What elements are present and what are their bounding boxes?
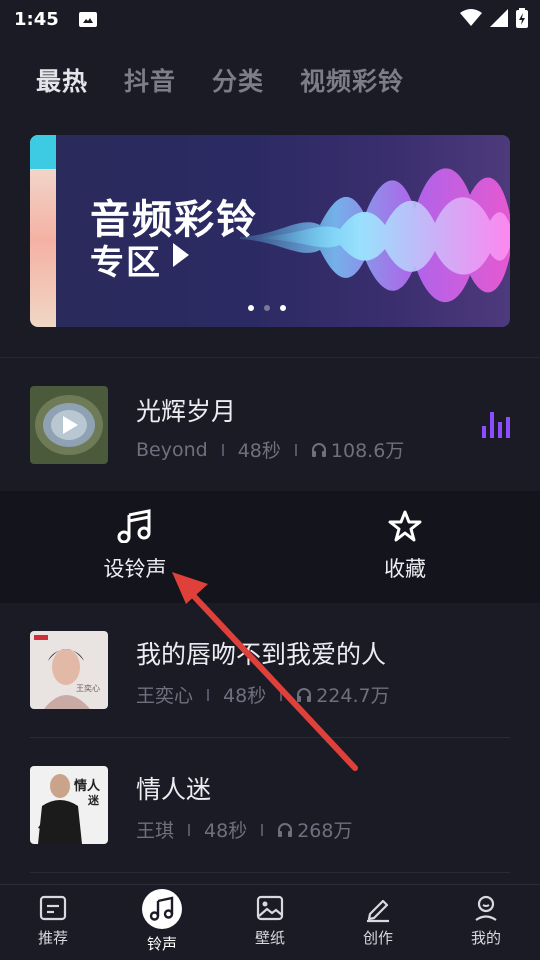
song-action-panel: 设铃声 收藏 [0, 491, 540, 603]
now-playing-equalizer-icon [482, 412, 510, 438]
set-ringtone-button[interactable]: 设铃声 [75, 509, 195, 583]
music-note-icon [149, 896, 174, 921]
previous-banner-edge [30, 135, 56, 327]
favorite-label: 收藏 [384, 557, 426, 581]
play-count: 108.6万 [311, 436, 404, 463]
play-count-value: 224.7万 [316, 685, 390, 707]
status-time: 1:45 [14, 8, 59, 30]
album-cover [30, 386, 108, 464]
play-count-value: 268万 [297, 820, 353, 842]
tab-video-ringtone[interactable]: 视频彩铃 [300, 62, 404, 98]
banner-pagination [248, 305, 286, 311]
meta-separator [221, 443, 224, 456]
nav-create[interactable]: 创作 [338, 893, 418, 948]
tab-hottest[interactable]: 最热 [36, 62, 88, 98]
meta-separator [280, 688, 283, 701]
headphones-icon [297, 687, 312, 702]
pagination-dot [248, 305, 254, 311]
play-triangle-icon [173, 243, 189, 267]
nav-recommend-label: 推荐 [37, 929, 68, 947]
nav-ringtones-label: 铃声 [146, 935, 177, 953]
song-duration: 48秒 [237, 440, 281, 462]
svg-text:迷: 迷 [87, 793, 100, 807]
nav-profile[interactable]: 我的 [446, 893, 526, 948]
meta-separator [261, 823, 264, 836]
wallpaper-icon [256, 895, 284, 921]
nav-profile-label: 我的 [470, 929, 501, 947]
pagination-dot [264, 305, 270, 311]
meta-separator [294, 443, 297, 456]
sound-wave-graphic [240, 168, 510, 303]
song-item[interactable]: 情人 迷 情人迷 王琪 48秒 268万 [0, 750, 540, 870]
favorite-button[interactable]: 收藏 [345, 509, 465, 583]
song-artist: 王奕心 [136, 685, 194, 707]
status-icons [460, 8, 528, 28]
nav-recommend[interactable]: 推荐 [13, 893, 93, 948]
song-meta: 王奕心 48秒 224.7万 [136, 681, 390, 708]
song-title: 光辉岁月 [136, 397, 237, 426]
set-ringtone-label: 设铃声 [103, 557, 167, 581]
play-count: 224.7万 [296, 681, 390, 708]
pagination-dot [280, 305, 286, 311]
song-artist: 王琪 [136, 820, 175, 842]
headphones-icon [278, 822, 293, 837]
song-title: 我的唇吻不到我爱的人 [136, 640, 387, 669]
play-count: 268万 [277, 816, 352, 843]
album-cover: 情人 迷 [30, 766, 108, 844]
star-icon [388, 510, 422, 542]
pencil-icon [367, 899, 389, 923]
song-item[interactable]: 王奕心 我的唇吻不到我爱的人 王奕心 48秒 224.7万 [0, 615, 540, 735]
category-tabs: 最热 抖音 分类 视频彩铃 [36, 62, 404, 98]
headphones-icon [311, 442, 326, 457]
signal-icon [490, 9, 508, 27]
song-title: 情人迷 [136, 775, 212, 804]
play-count-value: 108.6万 [330, 440, 405, 462]
song-meta: 王琪 48秒 268万 [136, 816, 352, 843]
nav-wallpaper-label: 壁纸 [254, 929, 285, 947]
wifi-icon [460, 9, 482, 26]
song-artist: Beyond [136, 438, 208, 461]
status-bar: 1:45 [0, 0, 540, 38]
bottom-navigation: 推荐 铃声 壁纸 创作 我的 [0, 884, 540, 960]
nav-ringtones[interactable]: 铃声 [122, 889, 202, 954]
promo-banner[interactable]: 音频彩铃 专区 [30, 135, 510, 327]
section-divider [0, 357, 540, 358]
nav-wallpaper[interactable]: 壁纸 [230, 893, 310, 948]
row-divider [30, 737, 510, 738]
song-duration: 48秒 [223, 685, 267, 707]
banner-subtitle: 专区 [90, 243, 162, 283]
svg-text:情人: 情人 [74, 778, 101, 794]
song-item[interactable]: 光辉岁月 Beyond 48秒 108.6万 [0, 370, 540, 490]
music-note-icon [117, 509, 151, 544]
song-duration: 48秒 [204, 820, 248, 842]
tab-categories[interactable]: 分类 [212, 62, 264, 98]
recommend-icon [39, 895, 67, 921]
nav-active-indicator [142, 889, 182, 929]
battery-icon [516, 8, 528, 28]
row-divider [30, 872, 510, 873]
tab-douyin[interactable]: 抖音 [124, 62, 176, 98]
meta-separator [188, 823, 191, 836]
meta-separator [207, 688, 210, 701]
song-meta: Beyond 48秒 108.6万 [136, 436, 404, 463]
album-cover: 王奕心 [30, 631, 108, 709]
nav-create-label: 创作 [362, 929, 393, 947]
photo-notification-icon [78, 11, 97, 27]
profile-icon [475, 895, 497, 921]
svg-text:王奕心: 王奕心 [76, 683, 100, 693]
